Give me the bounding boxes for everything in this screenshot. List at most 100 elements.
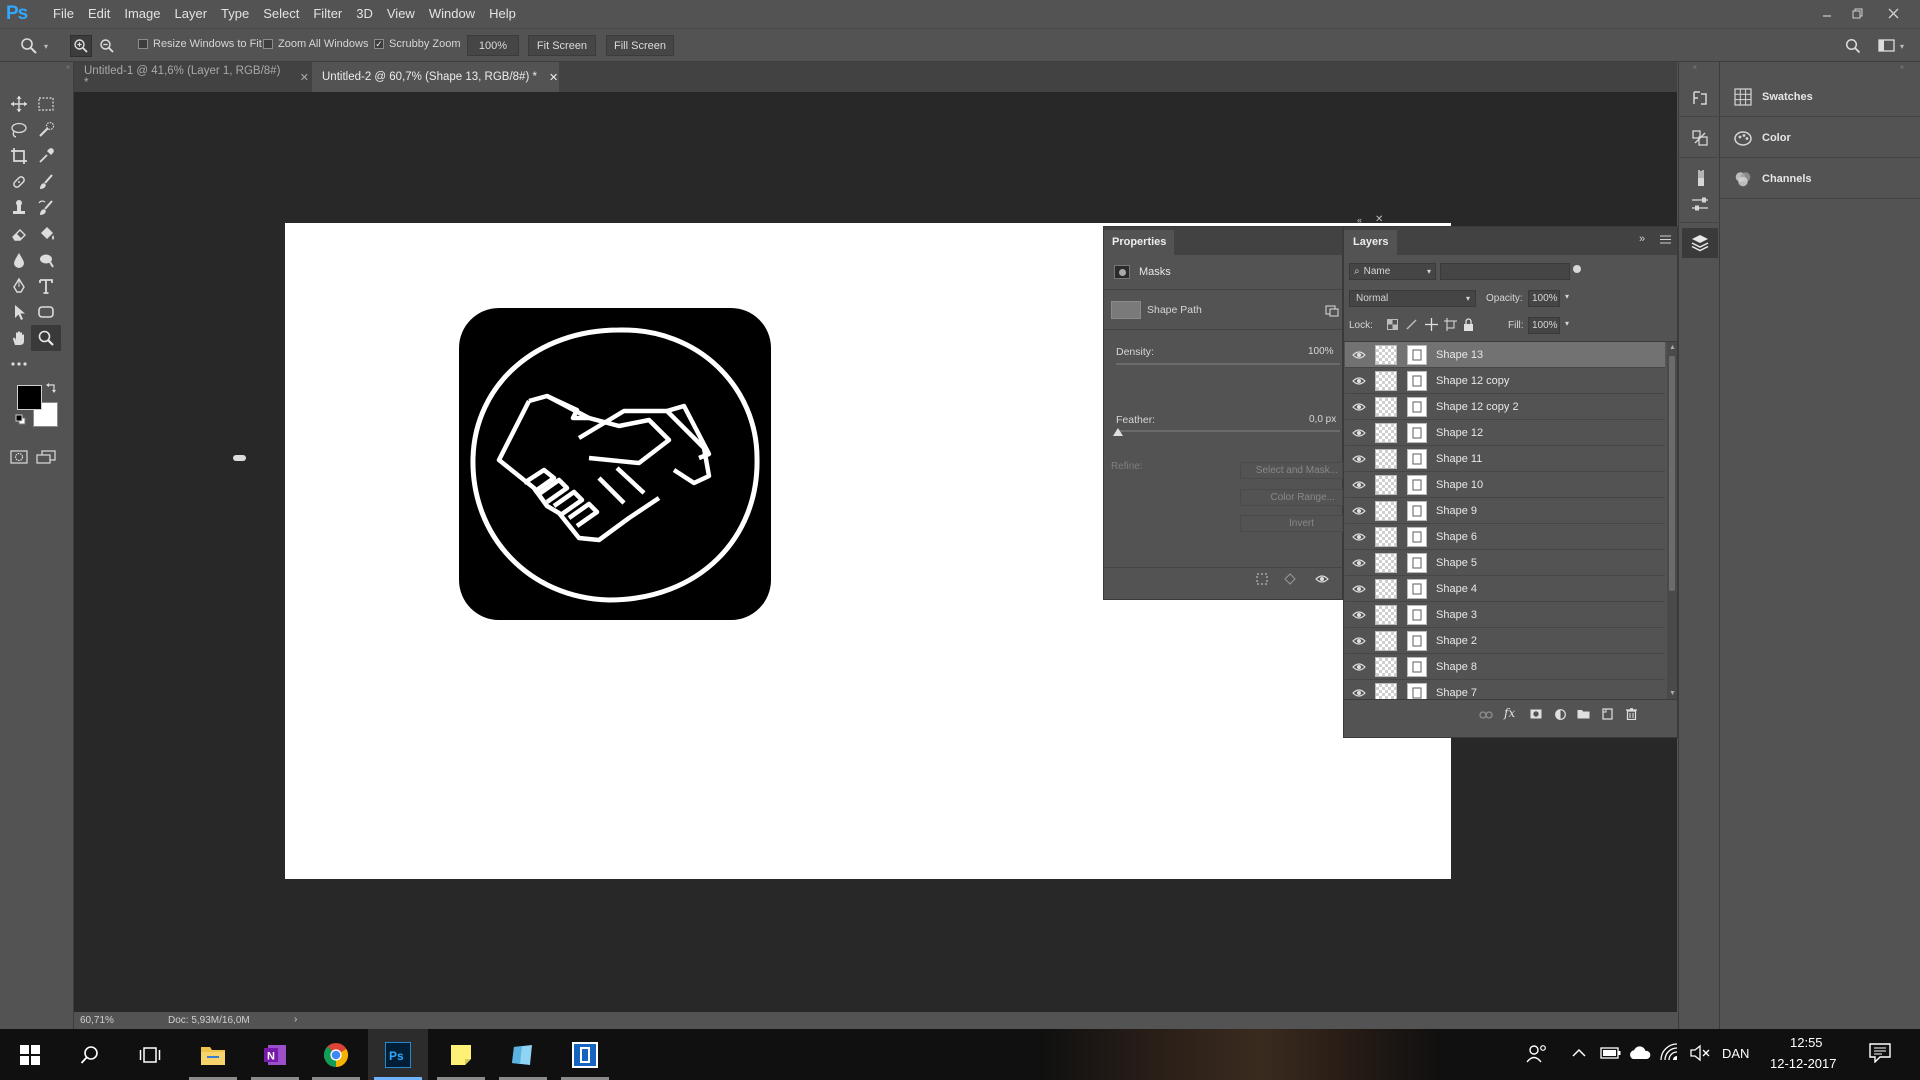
menu-help[interactable]: Help [482, 0, 523, 28]
menu-image[interactable]: Image [117, 0, 167, 28]
menu-view[interactable]: View [380, 0, 422, 28]
vector-mask-thumbnail[interactable] [1407, 604, 1427, 625]
brush-tool-icon[interactable] [31, 169, 61, 195]
visibility-eye-icon[interactable] [1345, 558, 1373, 568]
visibility-eye-icon[interactable] [1345, 454, 1373, 464]
eyedropper-tool-icon[interactable] [31, 143, 61, 169]
edit-toolbar-more-icon[interactable] [4, 351, 34, 377]
taskbar-onenote[interactable]: N [245, 1029, 305, 1080]
search-icon[interactable] [1842, 35, 1864, 57]
scrubby-zoom-box[interactable]: ✓ [374, 39, 384, 49]
layer-row[interactable]: Shape 9 [1345, 498, 1665, 524]
taskbar-app-blue[interactable] [493, 1029, 553, 1080]
workspace-chevron-icon[interactable]: ▾ [1900, 42, 1904, 51]
fill-screen-button[interactable]: Fill Screen [606, 35, 674, 56]
zoom-tool-icon[interactable] [31, 325, 61, 351]
visibility-eye-icon[interactable] [1345, 376, 1373, 386]
crop-tool-icon[interactable] [4, 143, 34, 169]
layer-row[interactable]: Shape 4 [1345, 576, 1665, 602]
feather-value[interactable]: 0,0 px [1309, 414, 1336, 425]
lock-transparent-icon[interactable] [1387, 319, 1398, 330]
visibility-eye-icon[interactable] [1345, 402, 1373, 412]
clock-time[interactable]: 12:55 [1790, 1035, 1823, 1050]
layer-row[interactable]: Shape 7 [1345, 680, 1665, 699]
layer-filter-input[interactable] [1440, 263, 1570, 280]
density-slider[interactable] [1116, 363, 1340, 365]
layers-dock-button[interactable] [1682, 228, 1718, 258]
clone-stamp-tool-icon[interactable] [4, 195, 34, 221]
tab-untitled-2[interactable]: Untitled-2 @ 60,7% (Shape 13, RGB/8#) * … [312, 62, 559, 92]
tab-untitled-1[interactable]: Untitled-1 @ 41,6% (Layer 1, RGB/8#) * ✕ [74, 62, 309, 92]
history-icon[interactable] [1691, 89, 1709, 107]
visibility-eye-icon[interactable] [1345, 532, 1373, 542]
layer-row[interactable]: Shape 5 [1345, 550, 1665, 576]
default-colors-icon[interactable] [15, 414, 26, 425]
zoom-out-icon[interactable] [96, 35, 118, 57]
new-layer-icon[interactable] [1602, 708, 1613, 720]
vector-mask-thumbnail[interactable] [1407, 578, 1427, 599]
load-selection-icon[interactable] [1256, 573, 1268, 585]
minimize-button[interactable] [1813, 0, 1841, 26]
wifi-icon[interactable] [1660, 1043, 1680, 1061]
screen-mode-icon[interactable] [31, 444, 61, 470]
new-group-folder-icon[interactable] [1577, 709, 1590, 719]
visibility-eye-icon[interactable] [1345, 688, 1373, 698]
lock-all-icon[interactable] [1463, 318, 1474, 331]
menu-layer[interactable]: Layer [168, 0, 215, 28]
feather-slider-handle[interactable] [1113, 428, 1123, 436]
menu-type[interactable]: Type [214, 0, 256, 28]
lasso-tool-icon[interactable] [4, 117, 34, 143]
status-menu-arrow[interactable]: › [294, 1014, 297, 1025]
task-view-button[interactable] [120, 1029, 180, 1080]
path-selection-tool-icon[interactable] [4, 299, 34, 325]
scrubby-zoom-checkbox[interactable]: ✓ Scrubby Zoom [374, 38, 461, 50]
hand-tool-icon[interactable] [4, 325, 34, 351]
visibility-eye-icon[interactable] [1345, 662, 1373, 672]
taskbar-app-frame[interactable] [555, 1029, 615, 1080]
zoom-tool-preset-icon[interactable] [18, 35, 40, 57]
adjustment-layer-icon[interactable] [1555, 709, 1566, 720]
vector-mask-thumbnail[interactable] [1407, 526, 1427, 547]
layers-tab[interactable]: Layers [1344, 230, 1398, 255]
input-language[interactable]: DAN [1722, 1046, 1749, 1061]
layer-row[interactable]: Shape 3 [1345, 602, 1665, 628]
layer-row[interactable]: Shape 2 [1345, 628, 1665, 654]
close-window-button[interactable] [1879, 0, 1907, 26]
quick-selection-tool-icon[interactable] [31, 117, 61, 143]
add-mask-icon[interactable] [1325, 305, 1339, 317]
vector-mask-thumbnail[interactable] [1407, 422, 1427, 443]
panel-menu-icon[interactable] [1660, 235, 1671, 244]
visibility-eye-icon[interactable] [1345, 350, 1373, 360]
menu-file[interactable]: File [46, 0, 81, 28]
close-tab-icon[interactable]: ✕ [300, 71, 309, 84]
opacity-chevron-icon[interactable]: ▾ [1565, 292, 1569, 301]
rectangle-tool-icon[interactable] [31, 299, 61, 325]
brush-presets-icon[interactable] [1691, 169, 1709, 187]
visibility-eye-icon[interactable] [1345, 584, 1373, 594]
blend-mode-select[interactable]: Normal ▾ [1349, 290, 1476, 307]
feather-slider[interactable] [1116, 430, 1340, 432]
restore-button[interactable] [1843, 0, 1871, 26]
menu-3d[interactable]: 3D [349, 0, 380, 28]
volume-muted-icon[interactable] [1690, 1044, 1710, 1062]
vector-mask-thumbnail[interactable] [1407, 682, 1427, 699]
visibility-eye-icon[interactable] [1345, 506, 1373, 516]
paint-bucket-tool-icon[interactable] [31, 221, 61, 247]
swatches-panel-tab[interactable]: Swatches [1720, 77, 1920, 117]
lock-pixels-icon[interactable] [1406, 319, 1417, 330]
density-value[interactable]: 100% [1308, 346, 1334, 357]
zoom-in-icon[interactable] [70, 35, 92, 57]
people-icon[interactable] [1526, 1044, 1548, 1064]
type-tool-icon[interactable] [31, 273, 61, 299]
add-mask-footer-icon[interactable] [1530, 709, 1542, 719]
color-range-button[interactable]: Color Range... [1240, 489, 1343, 506]
layer-row[interactable]: Shape 8 [1345, 654, 1665, 680]
link-layers-icon[interactable] [1479, 710, 1493, 720]
color-panel-tab[interactable]: Color [1720, 118, 1920, 158]
filter-toggle[interactable] [1573, 265, 1581, 273]
layer-row[interactable]: Shape 12 copy 2 [1345, 394, 1665, 420]
fit-screen-button[interactable]: Fit Screen [528, 35, 596, 56]
menu-filter[interactable]: Filter [306, 0, 349, 28]
lock-position-icon[interactable] [1425, 318, 1438, 331]
opacity-input[interactable]: 100% [1528, 290, 1560, 307]
